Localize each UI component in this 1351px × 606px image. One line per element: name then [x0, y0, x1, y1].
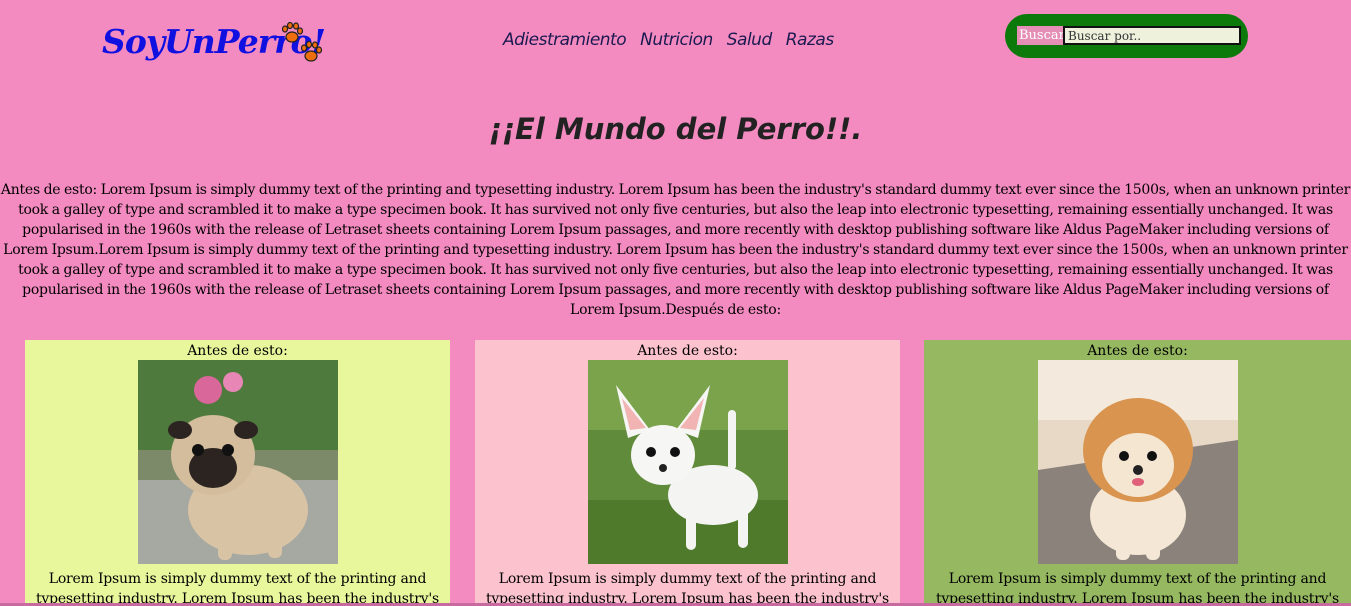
page-title: ¡¡El Mundo del Perro!!. [488, 112, 863, 146]
nav-link-adiestramiento[interactable]: Adiestramiento [503, 30, 627, 50]
dog-card-pomeranian: Antes de esto: Lorem Ipsum is simply dum… [924, 340, 1351, 606]
pug-puppy-image [137, 360, 338, 564]
nav-link-nutricion[interactable]: Nutricion [640, 30, 713, 50]
nav-link-salud[interactable]: Salud [727, 30, 773, 50]
paw-prints-icon [281, 22, 323, 62]
search-button[interactable]: Buscar [1017, 26, 1067, 45]
nav-link-razas[interactable]: Razas [786, 30, 834, 50]
white-chihuahua-image [587, 360, 788, 564]
search-bar: Buscar [1005, 14, 1248, 58]
dog-card-pug: Antes de esto: Lorem Ipsum is simply dum… [25, 340, 450, 606]
card-caption: Antes de esto: [1087, 343, 1188, 359]
card-text: Lorem Ipsum is simply dummy text of the … [485, 571, 890, 606]
dog-card-chihuahua: Antes de esto: Lorem Ipsum is simply dum… [475, 340, 900, 606]
search-input[interactable] [1063, 26, 1241, 45]
card-text: Lorem Ipsum is simply dummy text of the … [935, 571, 1340, 606]
site-header: SoyUnPerro! Adiestramiento Nutricion Sal… [0, 0, 1351, 90]
card-caption: Antes de esto: [187, 343, 288, 359]
pomeranian-image [1037, 360, 1238, 564]
main-nav: Adiestramiento Nutricion Salud Razas [503, 30, 834, 50]
card-text: Lorem Ipsum is simply dummy text of the … [35, 571, 440, 606]
card-caption: Antes de esto: [637, 343, 738, 359]
intro-paragraph: Antes de esto: Lorem Ipsum is simply dum… [0, 182, 1351, 318]
